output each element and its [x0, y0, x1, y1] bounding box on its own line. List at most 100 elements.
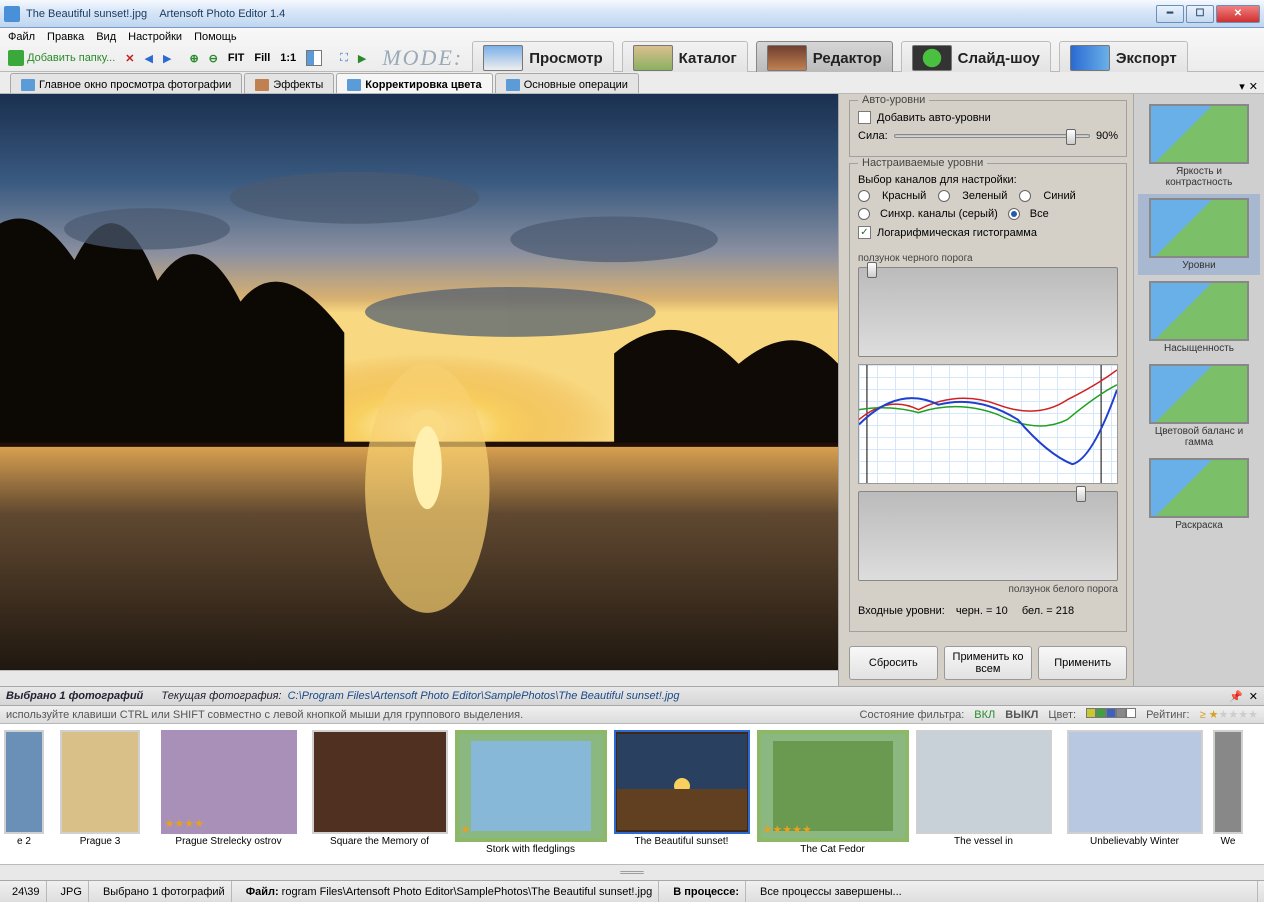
channel-label: Выбор каналов для настройки: [858, 174, 1017, 186]
zoom-out-button[interactable]: ⊖ [205, 48, 222, 68]
mode-view[interactable]: Просмотр [472, 41, 613, 75]
radio-green[interactable] [938, 190, 950, 202]
expand-icon: ⛶ [340, 52, 348, 65]
plus-icon: ⊕ [189, 52, 198, 65]
menu-file[interactable]: Файл [8, 31, 35, 43]
fullscreen-button[interactable]: ⛶ [336, 48, 352, 68]
effect-color-balance[interactable]: Цветовой баланс и гамма [1138, 360, 1260, 452]
menu-edit[interactable]: Правка [47, 31, 84, 43]
zoom-in-button[interactable]: ⊕ [185, 48, 202, 68]
histogram [858, 364, 1118, 484]
actual-size-button[interactable]: 1:1 [276, 48, 300, 68]
radio-all[interactable] [1008, 208, 1020, 220]
mode-slideshow[interactable]: Слайд-шоу [901, 41, 1051, 75]
export-icon [1070, 45, 1110, 71]
radio-sync[interactable] [858, 208, 870, 220]
play-button[interactable]: ▶ [354, 48, 370, 68]
titlebar: The Beautiful sunset!.jpg Artensoft Phot… [0, 0, 1264, 28]
controls-panel: Авто-уровни Добавить авто-уровни Сила: 9… [839, 94, 1134, 686]
compare-button[interactable] [302, 48, 326, 68]
log-checkbox[interactable]: ✓ [858, 226, 871, 239]
status-file: Файл: rogram Files\Artensoft Photo Edito… [240, 881, 660, 902]
thumb-item[interactable]: The Beautiful sunset! [609, 730, 754, 847]
toolbar-row: Добавить папку... ✕ ◀ ▶ ⊕ ⊖ FIT Fill 1:1… [0, 45, 1264, 71]
image-preview[interactable] [0, 94, 838, 670]
mode-export[interactable]: Экспорт [1059, 41, 1188, 75]
play-icon: ▶ [358, 52, 366, 65]
prev-button[interactable]: ◀ [141, 48, 157, 68]
editor-icon [767, 45, 807, 71]
selected-count: Выбрано 1 фотографий [6, 690, 143, 702]
next-button[interactable]: ▶ [159, 48, 175, 68]
rating-filter[interactable]: ≥ ★★★★★ [1200, 708, 1258, 721]
image-icon [21, 79, 35, 91]
selection-hint: используйте клавиши CTRL или SHIFT совме… [6, 709, 523, 721]
status-proc-label: В процессе: [667, 881, 746, 902]
fit-button[interactable]: FIT [224, 48, 249, 68]
folder-plus-icon [8, 50, 24, 66]
filmstrip[interactable]: e 2 Prague 3 ★★★★Prague Strelecky ostrov… [0, 724, 1264, 864]
adj-levels-title: Настраиваемые уровни [858, 157, 987, 169]
thumb-item[interactable]: We [1213, 730, 1243, 847]
fill-button[interactable]: Fill [250, 48, 274, 68]
color-filter[interactable] [1086, 708, 1136, 721]
thumb-item[interactable]: Square the Memory of [307, 730, 452, 847]
levels-icon [347, 79, 361, 91]
panel-close-icon[interactable]: ✕ [1249, 80, 1258, 93]
status-format: JPG [55, 881, 89, 902]
thumb-item[interactable]: The vessel in [911, 730, 1056, 847]
thumb-item[interactable]: ★★★★Prague Strelecky ostrov [156, 730, 301, 847]
menu-help[interactable]: Помощь [194, 31, 237, 43]
effect-colorize[interactable]: Раскраска [1138, 454, 1260, 535]
input-levels-label: Входные уровни: [858, 605, 945, 617]
menu-settings[interactable]: Настройки [128, 31, 182, 43]
tab-color-correction[interactable]: Корректировка цвета [336, 73, 492, 93]
tab-basic-ops[interactable]: Основные операции [495, 73, 639, 93]
panel-menu-icon[interactable]: ▾ [1239, 80, 1245, 93]
black-threshold-slider[interactable] [858, 267, 1118, 357]
mode-label: MODE: [382, 45, 463, 71]
delete-button[interactable]: ✕ [121, 48, 138, 68]
auto-levels-title: Авто-уровни [858, 94, 929, 106]
thumb-item[interactable]: Prague 3 [50, 730, 150, 847]
tab-preview[interactable]: Главное окно просмотра фотографии [10, 73, 242, 93]
apply-all-button[interactable]: Применить ко всем [944, 646, 1033, 680]
white-threshold-slider[interactable] [858, 491, 1118, 581]
auto-levels-checkbox[interactable] [858, 111, 871, 124]
adjustable-levels-group: Настраиваемые уровни Выбор каналов для н… [849, 163, 1127, 632]
radio-blue[interactable] [1019, 190, 1031, 202]
apply-button[interactable]: Применить [1038, 646, 1127, 680]
effect-list[interactable]: Яркость и контрастность Уровни Насыщенно… [1134, 94, 1264, 686]
effect-saturation[interactable]: Насыщенность [1138, 277, 1260, 358]
menu-view[interactable]: Вид [96, 31, 116, 43]
preview-scrollbar[interactable] [0, 670, 838, 686]
filmstrip-close-icon[interactable]: ✕ [1249, 690, 1258, 703]
tab-effects[interactable]: Эффекты [244, 73, 334, 93]
maximize-button[interactable]: ☐ [1186, 5, 1214, 23]
pin-icon[interactable]: 📌 [1229, 690, 1243, 703]
minimize-button[interactable]: ━ [1156, 5, 1184, 23]
thumb-item[interactable]: Unbelievably Winter [1062, 730, 1207, 847]
auto-levels-label: Добавить авто-уровни [877, 112, 991, 124]
radio-red[interactable] [858, 190, 870, 202]
view-icon [483, 45, 523, 71]
strength-label: Сила: [858, 130, 888, 142]
slideshow-icon [912, 45, 952, 71]
filmstrip-scrollbar[interactable]: ═══ [0, 864, 1264, 880]
filter-on[interactable]: ВКЛ [974, 709, 995, 721]
filter-off[interactable]: ВЫКЛ [1005, 709, 1038, 721]
thumb-item[interactable]: e 2 [4, 730, 44, 847]
strength-slider[interactable] [894, 134, 1090, 138]
thumb-item[interactable]: ★★★★★The Cat Fedor [760, 730, 905, 855]
effect-brightness[interactable]: Яркость и контрастность [1138, 100, 1260, 192]
main-area: Авто-уровни Добавить авто-уровни Сила: 9… [0, 94, 1264, 686]
white-value: бел. = 218 [1022, 605, 1074, 617]
mode-catalog[interactable]: Каталог [622, 41, 748, 75]
mode-editor[interactable]: Редактор [756, 41, 893, 75]
subtabs: Главное окно просмотра фотографии Эффект… [0, 72, 1264, 94]
add-folder-button[interactable]: Добавить папку... [4, 48, 119, 68]
reset-button[interactable]: Сбросить [849, 646, 938, 680]
thumb-item[interactable]: ★Stork with fledglings [458, 730, 603, 855]
close-button[interactable]: ✕ [1216, 5, 1260, 23]
effect-levels[interactable]: Уровни [1138, 194, 1260, 275]
